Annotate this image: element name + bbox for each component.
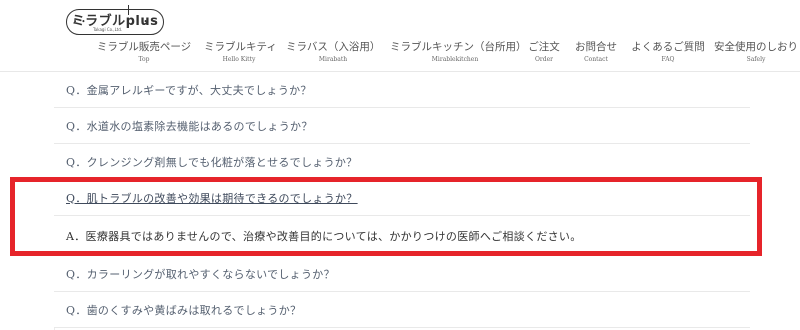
nav-label-jp: ミラブル販売ページ: [96, 41, 192, 53]
faq-answer-skin-trouble: A．医療器具ではありませんので、治療や改善目的については、かかりつけの医師へご相…: [54, 216, 750, 256]
nav-item-safely[interactable]: 安全使用のしおり Safely: [712, 40, 800, 70]
nav-label-en: Top: [138, 56, 150, 63]
faq-question-cleansing[interactable]: Q．クレンジング剤無しでも化粧が落とせるでしょうか？: [54, 144, 750, 180]
faq-question-skin-trouble[interactable]: Q．肌トラブルの改善や効果は期待できるのでしょうか？: [54, 180, 750, 216]
nav-label-jp: ミラブルキッチン（台所用）: [390, 41, 527, 53]
faq-answer-text: A．医療器具ではありませんので、治療や改善目的については、かかりつけの医師へご相…: [66, 229, 582, 243]
nav-item-mirabath[interactable]: ミラバス（入浴用） Mirabath: [286, 40, 380, 70]
site-header: • • ミラブルplus Takagi Co.,Ltd. • • ミラブル販売ペ…: [0, 0, 800, 73]
nav-label-jp: ミラバス（入浴用）: [286, 41, 381, 53]
logo-tick: [128, 5, 129, 15]
site-logo[interactable]: • • ミラブルplus Takagi Co.,Ltd. • •: [66, 5, 164, 35]
logo-dots-left: • •: [73, 18, 87, 26]
faq-list: Q．金属アレルギーですが、大丈夫でしょうか？ Q．水道水の塩素除去機能はあるので…: [54, 72, 750, 328]
main-nav: ミラブル販売ページ Top ミラブルキティ Hello Kitty ミラバス（入…: [0, 38, 800, 73]
nav-label-jp: 安全使用のしおり: [714, 41, 798, 53]
nav-label-jp: ミラブルキティ: [204, 41, 277, 53]
nav-item-hello-kitty[interactable]: ミラブルキティ Hello Kitty: [204, 40, 277, 70]
nav-label-jp: お問合せ: [575, 41, 617, 53]
nav-label-en: Safely: [746, 56, 766, 63]
nav-item-contact[interactable]: お問合せ Contact: [573, 40, 619, 70]
nav-label-en: Mirablekitchen: [431, 56, 479, 63]
faq-question-chlorine[interactable]: Q．水道水の塩素除去機能はあるのでしょうか？: [54, 108, 750, 144]
faq-question-text: Q．クレンジング剤無しでも化粧が落とせるでしょうか？: [66, 155, 358, 169]
logo-tagline: Takagi Co.,Ltd.: [93, 27, 123, 32]
nav-item-kitchen[interactable]: ミラブルキッチン（台所用） Mirablekitchen: [390, 40, 527, 70]
faq-question-teeth[interactable]: Q．歯のくすみや黄ばみは取れるでしょうか？: [54, 292, 750, 328]
faq-question-coloring[interactable]: Q．カラーリングが取れやすくならないでしょうか？: [54, 256, 750, 292]
nav-label-jp: よくあるご質問: [631, 41, 705, 53]
faq-question-text: Q．肌トラブルの改善や効果は期待できるのでしょうか？: [66, 191, 358, 205]
nav-item-top[interactable]: ミラブル販売ページ Top: [96, 40, 192, 70]
nav-label-en: Hello Kitty: [222, 56, 256, 63]
logo-dots-right: • •: [143, 18, 157, 26]
nav-label-en: Order: [534, 56, 554, 63]
faq-question-text: Q．金属アレルギーですが、大丈夫でしょうか？: [66, 83, 312, 97]
faq-question-text: Q．カラーリングが取れやすくならないでしょうか？: [66, 267, 335, 281]
nav-item-faq[interactable]: よくあるご質問 FAQ: [628, 40, 708, 70]
nav-item-order[interactable]: ご注文 Order: [527, 40, 561, 70]
faq-question-metal-allergy[interactable]: Q．金属アレルギーですが、大丈夫でしょうか？: [54, 72, 750, 108]
faq-question-text: Q．水道水の塩素除去機能はあるのでしょうか？: [66, 119, 313, 133]
faq-question-text: Q．歯のくすみや黄ばみは取れるでしょうか？: [66, 303, 302, 317]
nav-label-jp: ご注文: [528, 41, 560, 53]
nav-label-en: FAQ: [661, 56, 675, 63]
nav-label-en: Mirabath: [318, 56, 348, 63]
nav-label-en: Contact: [584, 56, 608, 63]
